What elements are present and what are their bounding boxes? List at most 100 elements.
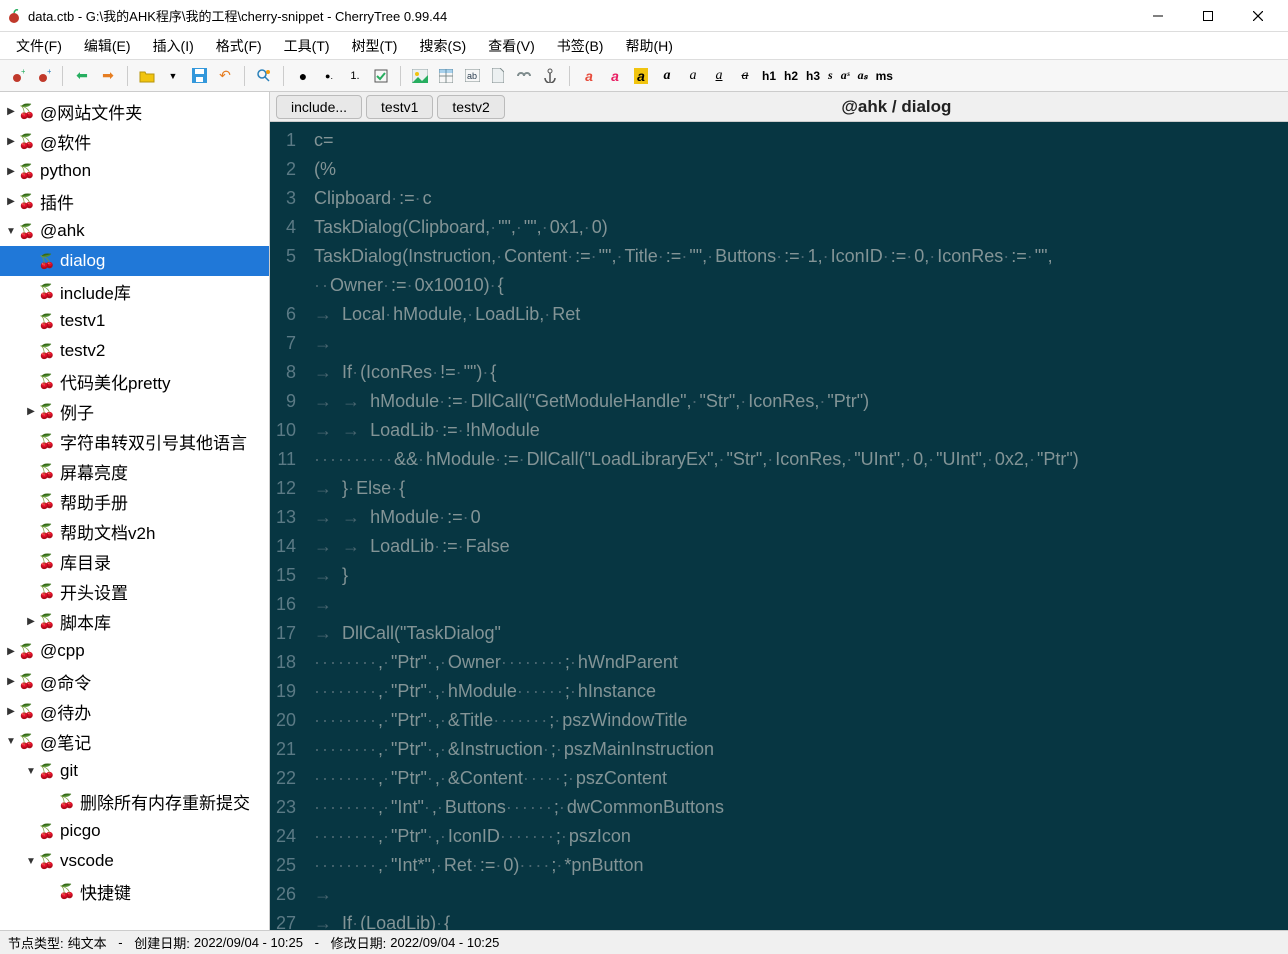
- code-line[interactable]: ········,·"Ptr"·,·hModule······;·hInstan…: [314, 677, 1280, 706]
- code-line[interactable]: →: [314, 329, 1280, 358]
- tree-item-19[interactable]: ▶🍒@命令: [0, 666, 269, 696]
- tree-item-11[interactable]: 🍒字符串转双引号其他语言: [0, 426, 269, 456]
- code-line[interactable]: TaskDialog(Instruction,·Content·:=·"",·T…: [314, 242, 1280, 271]
- superscript-icon[interactable]: aˢ: [839, 68, 852, 83]
- code-line[interactable]: ········,·"Int"·,·Buttons······;·dwCommo…: [314, 793, 1280, 822]
- menu-2[interactable]: 插入(I): [143, 33, 204, 59]
- code-line[interactable]: (%: [314, 155, 1280, 184]
- tree-item-23[interactable]: 🍒删除所有内存重新提交: [0, 786, 269, 816]
- tree-item-22[interactable]: ▼🍒git: [0, 756, 269, 786]
- heading-h1[interactable]: h1: [760, 69, 778, 83]
- close-button[interactable]: [1242, 4, 1274, 28]
- tree-panel[interactable]: ▶🍒@网站文件夹▶🍒@软件▶🍒python▶🍒插件▼🍒@ahk🍒dialog🍒i…: [0, 92, 270, 930]
- nav-forward-icon[interactable]: ➡: [97, 65, 119, 87]
- code-line[interactable]: ········,·"Int*",·Ret·:=·0)····;·*pnButt…: [314, 851, 1280, 880]
- code-line[interactable]: →: [314, 590, 1280, 619]
- bullet-large-icon[interactable]: ●: [292, 65, 314, 87]
- code-line[interactable]: TaskDialog(Clipboard,·"",·"",·0x1,·0): [314, 213, 1280, 242]
- tree-item-6[interactable]: 🍒include库: [0, 276, 269, 306]
- code-line[interactable]: → }: [314, 561, 1280, 590]
- tree-item-9[interactable]: 🍒代码美化pretty: [0, 366, 269, 396]
- tree-item-24[interactable]: 🍒picgo: [0, 816, 269, 846]
- tree-arrow-icon[interactable]: ▶: [4, 136, 18, 147]
- italic-icon[interactable]: a: [682, 65, 704, 87]
- undo-icon[interactable]: ↶: [214, 65, 236, 87]
- code-line[interactable]: ········,·"Ptr"·,·IconID·······;·pszIcon: [314, 822, 1280, 851]
- menu-6[interactable]: 搜索(S): [409, 33, 476, 59]
- menu-0[interactable]: 文件(F): [6, 33, 72, 59]
- tree-arrow-icon[interactable]: ▶: [4, 196, 18, 207]
- code-line[interactable]: → If·(IconRes·!=·"")·{: [314, 358, 1280, 387]
- tree-arrow-icon[interactable]: ▶: [24, 406, 38, 417]
- tree-arrow-icon[interactable]: ▶: [4, 706, 18, 717]
- tree-item-1[interactable]: ▶🍒@软件: [0, 126, 269, 156]
- fg-color-icon[interactable]: a: [578, 65, 600, 87]
- underline-icon[interactable]: a: [708, 65, 730, 87]
- tree-arrow-icon[interactable]: ▼: [4, 226, 18, 237]
- bg-color-icon[interactable]: a: [604, 65, 626, 87]
- add-red-node-icon[interactable]: +: [6, 65, 28, 87]
- code-line[interactable]: → Local·hModule,·LoadLib,·Ret: [314, 300, 1280, 329]
- tree-arrow-icon[interactable]: ▶: [4, 646, 18, 657]
- code-line[interactable]: → → LoadLib·:=·False: [314, 532, 1280, 561]
- tree-item-8[interactable]: 🍒testv2: [0, 336, 269, 366]
- tree-arrow-icon[interactable]: ▶: [4, 166, 18, 177]
- nav-back-icon[interactable]: ⬅: [71, 65, 93, 87]
- codebox-icon[interactable]: ab: [461, 65, 483, 87]
- code-line[interactable]: → DllCall("TaskDialog": [314, 619, 1280, 648]
- code-line[interactable]: ··········&&·hModule·:=·DllCall("LoadLib…: [314, 445, 1280, 474]
- tree-item-10[interactable]: ▶🍒例子: [0, 396, 269, 426]
- menu-9[interactable]: 帮助(H): [615, 33, 682, 59]
- breadcrumb-item-0[interactable]: include...: [276, 95, 362, 119]
- tree-arrow-icon[interactable]: ▶: [24, 616, 38, 627]
- anchor-icon[interactable]: [539, 65, 561, 87]
- code-line[interactable]: ········,·"Ptr"·,·Owner········;·hWndPar…: [314, 648, 1280, 677]
- code-line[interactable]: ········,·"Ptr"·,·&Title·······;·pszWind…: [314, 706, 1280, 735]
- monospace-icon[interactable]: ms: [874, 69, 895, 83]
- tree-item-2[interactable]: ▶🍒python: [0, 156, 269, 186]
- tree-item-26[interactable]: 🍒快捷键: [0, 876, 269, 906]
- code-line[interactable]: → }·Else·{: [314, 474, 1280, 503]
- save-icon[interactable]: [188, 65, 210, 87]
- code-content[interactable]: c=(%Clipboard·:=·cTaskDialog(Clipboard,·…: [306, 122, 1288, 930]
- strikethrough-icon[interactable]: a: [734, 65, 756, 87]
- bold-icon[interactable]: a: [656, 65, 678, 87]
- tree-item-14[interactable]: 🍒帮助文档v2h: [0, 516, 269, 546]
- menu-4[interactable]: 工具(T): [274, 33, 340, 59]
- highlight-icon[interactable]: a: [630, 65, 652, 87]
- insert-image-icon[interactable]: [409, 65, 431, 87]
- tree-item-18[interactable]: ▶🍒@cpp: [0, 636, 269, 666]
- code-line[interactable]: ········,·"Ptr"·,·&Content·····;·pszCont…: [314, 764, 1280, 793]
- code-line[interactable]: Clipboard·:=·c: [314, 184, 1280, 213]
- find-replace-icon[interactable]: [253, 65, 275, 87]
- code-line[interactable]: → → hModule·:=·0: [314, 503, 1280, 532]
- tree-item-20[interactable]: ▶🍒@待办: [0, 696, 269, 726]
- menu-8[interactable]: 书签(B): [547, 33, 614, 59]
- ordered-list-icon[interactable]: 1.: [344, 65, 366, 87]
- menu-5[interactable]: 树型(T): [342, 33, 408, 59]
- tree-item-5[interactable]: 🍒dialog: [0, 246, 269, 276]
- tree-arrow-icon[interactable]: ▼: [24, 766, 38, 777]
- code-line[interactable]: ········,·"Ptr"·,·&Instruction·;·pszMain…: [314, 735, 1280, 764]
- code-line[interactable]: → → LoadLib·:=·!hModule: [314, 416, 1280, 445]
- tree-item-16[interactable]: 🍒开头设置: [0, 576, 269, 606]
- code-line[interactable]: → → hModule·:=·DllCall("GetModuleHandle"…: [314, 387, 1280, 416]
- menu-1[interactable]: 编辑(E): [74, 33, 141, 59]
- breadcrumb-item-1[interactable]: testv1: [366, 95, 433, 119]
- tree-arrow-icon[interactable]: ▶: [4, 106, 18, 117]
- code-line[interactable]: → If·(LoadLib)·{: [314, 909, 1280, 930]
- tree-item-7[interactable]: 🍒testv1: [0, 306, 269, 336]
- code-line[interactable]: c=: [314, 126, 1280, 155]
- tree-item-25[interactable]: ▼🍒vscode: [0, 846, 269, 876]
- heading-h2[interactable]: h2: [782, 69, 800, 83]
- minimize-button[interactable]: [1142, 4, 1174, 28]
- tree-item-13[interactable]: 🍒帮助手册: [0, 486, 269, 516]
- menu-3[interactable]: 格式(F): [206, 33, 272, 59]
- code-line[interactable]: ··Owner·:=·0x10010)·{: [314, 271, 1280, 300]
- menu-7[interactable]: 查看(V): [478, 33, 545, 59]
- insert-file-icon[interactable]: [487, 65, 509, 87]
- tree-item-21[interactable]: ▼🍒@笔记: [0, 726, 269, 756]
- code-editor[interactable]: 1234567891011121314151617181920212223242…: [270, 122, 1288, 930]
- small-s[interactable]: s: [826, 68, 835, 83]
- maximize-button[interactable]: [1192, 4, 1224, 28]
